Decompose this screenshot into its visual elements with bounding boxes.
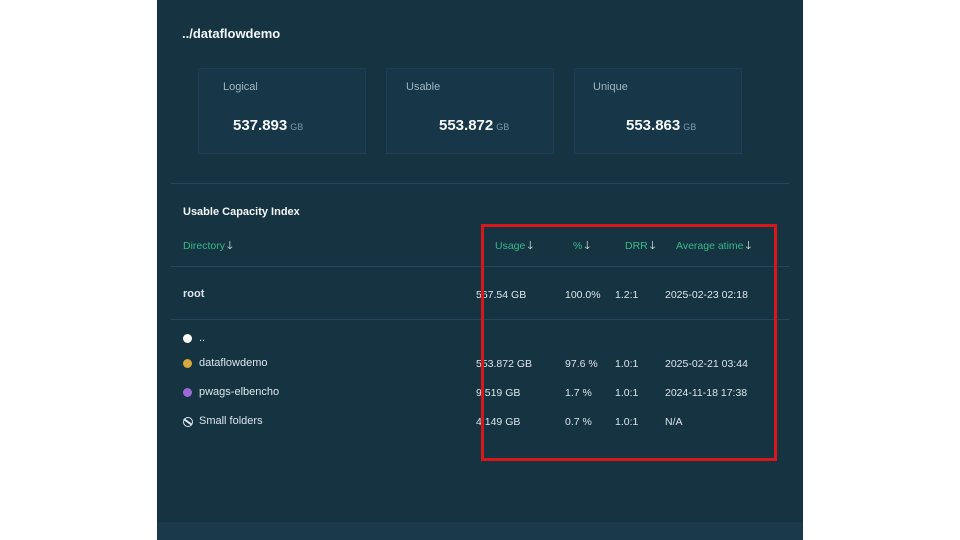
stat-card-unique: Unique 553.863 GB (574, 68, 742, 154)
directory-row-dataflowdemo[interactable]: dataflowdemo (199, 357, 268, 369)
panel-bottom-strip (157, 522, 803, 540)
stat-value-unique: 553.863 GB (626, 117, 696, 134)
directory-path-title: ../dataflowdemo (182, 26, 281, 41)
stat-label-unique: Unique (593, 81, 628, 93)
directory-row-pwags-elbencho[interactable]: pwags-elbencho (199, 386, 279, 398)
highlight-annotation-box (481, 224, 777, 461)
directory-row-small-folders[interactable]: Small folders (199, 415, 263, 427)
column-header-directory[interactable]: Directory 🡓 (183, 237, 233, 256)
stat-unit-unique: GB (683, 122, 697, 132)
section-divider (171, 183, 789, 184)
column-header-directory-label: Directory (183, 240, 226, 252)
parent-directory-link[interactable]: .. (199, 332, 205, 344)
pwags-elbencho-color-dot-icon (183, 388, 192, 397)
stat-number-logical: 537.893 (233, 117, 288, 134)
usable-capacity-title: Usable Capacity Index (183, 206, 300, 218)
stat-number-usable: 553.872 (439, 117, 494, 134)
stat-value-logical: 537.893 GB (233, 117, 303, 134)
stat-card-usable: Usable 553.872 GB (386, 68, 554, 154)
stat-card-logical: Logical 537.893 GB (198, 68, 366, 154)
arrow-down-icon: 🡓 (227, 240, 233, 252)
stat-label-logical: Logical (223, 81, 258, 93)
dataflowdemo-color-dot-icon (183, 359, 192, 368)
stat-label-usable: Usable (406, 81, 441, 93)
stat-unit-usable: GB (496, 122, 510, 132)
stat-number-unique: 553.863 (626, 117, 681, 134)
stat-value-usable: 553.872 GB (439, 117, 509, 134)
root-row-name[interactable]: root (183, 288, 204, 300)
white-dot-icon (183, 334, 192, 343)
stat-unit-logical: GB (290, 122, 304, 132)
slashed-circle-icon (183, 417, 193, 427)
